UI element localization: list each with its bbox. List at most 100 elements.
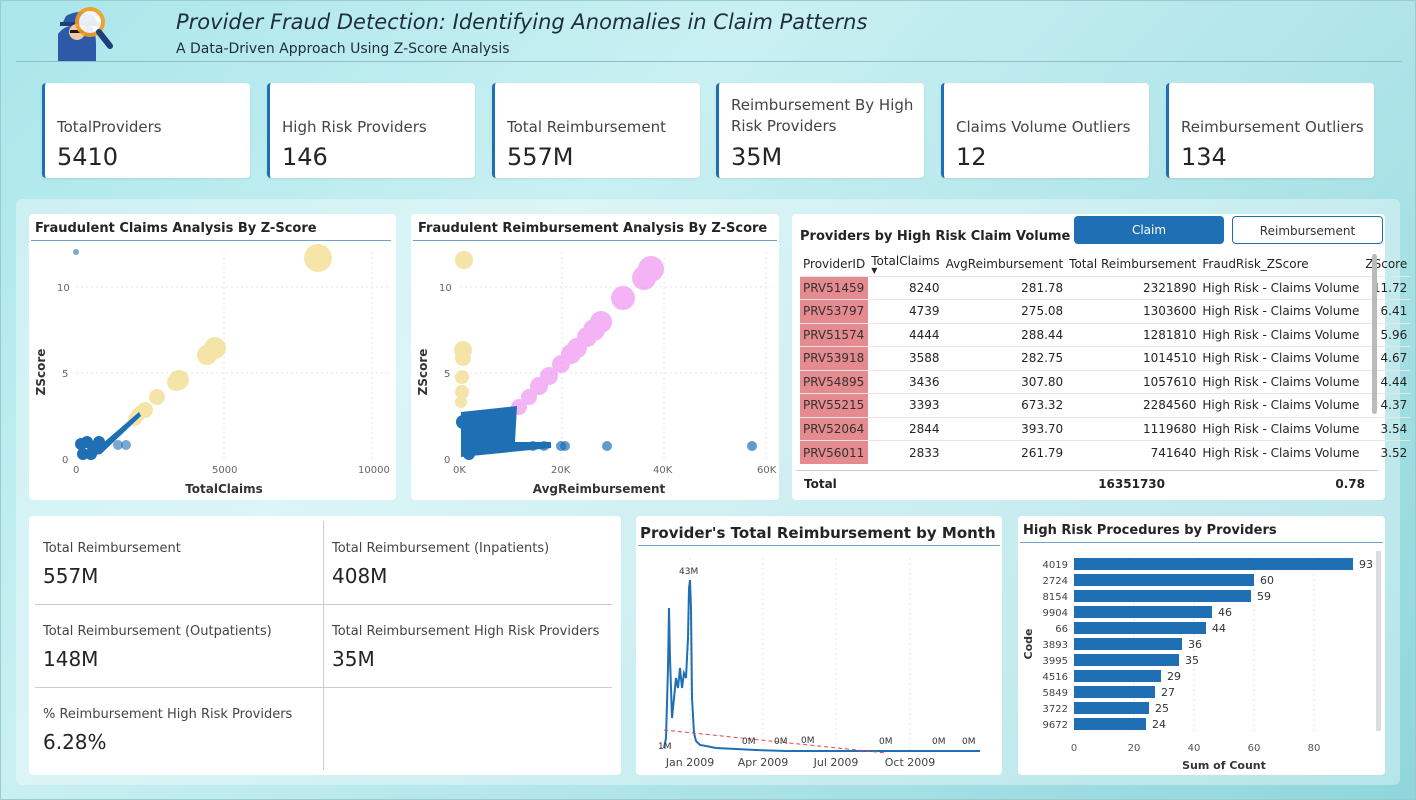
bar[interactable] (1074, 638, 1182, 650)
col-header-providerid[interactable]: ProviderID (800, 253, 868, 276)
summary-divider-h (35, 604, 612, 605)
page-subtitle: A Data-Driven Approach Using Z-Score Ana… (176, 41, 510, 57)
y-tick: 0 (444, 455, 450, 466)
table-row[interactable]: PRV51574 4444 288.44 1281810 High Risk - Cla… (800, 322, 1411, 347)
summary-label: % Reimbursement High Risk Providers (43, 707, 293, 722)
y-tick: 10 (57, 283, 70, 294)
bar[interactable] (1074, 590, 1251, 602)
bar[interactable] (1074, 686, 1155, 698)
data-label: 29 (1167, 670, 1181, 683)
providers-table-title: Providers by High Risk Claim Volume (800, 229, 1071, 244)
x-tick: 20 (1128, 743, 1141, 754)
data-label: 27 (1161, 686, 1175, 699)
col-header-totalclaims[interactable]: TotalClaims ▼ (868, 253, 942, 276)
data-label: 44 (1212, 622, 1226, 635)
col-header-fraudrisk-zscore[interactable]: FraudRisk_ZScore (1199, 253, 1362, 276)
procedures-bar-chart: Code Sum of Count 0 20 40 60 804019 932724 608… (1022, 554, 1373, 772)
x-tick: 40K (653, 465, 673, 476)
monthly-line-chart: 43M 1M 0M 0M 0M 0M 0M 0M Jan 2009 Apr 20… (658, 558, 980, 769)
claims-scatter-chart: 10 5 0 0 5000 10000 TotalClaims ZScore (34, 244, 390, 496)
table-row[interactable]: PRV53918 3588 282.75 1014510 High Risk - Cla… (800, 346, 1411, 370)
bar[interactable] (1074, 670, 1161, 682)
category-label: 8154 (1043, 592, 1068, 603)
y-axis-label: ZScore (416, 349, 430, 396)
table-row[interactable]: PRV52064 2844 393.70 1119680 High Risk - Cla… (800, 416, 1411, 441)
bar[interactable] (1074, 654, 1179, 666)
table-row[interactable]: PRV53797 4739 275.08 1303600 High Risk - Cla… (800, 299, 1411, 323)
total-reimbursement-value: 16351730 (1098, 477, 1165, 491)
data-label: 0M (962, 737, 976, 747)
x-tick: Jul 2009 (813, 756, 859, 769)
table-row[interactable]: PRV56011 2833 261.79 741640 High Risk - Clai… (800, 440, 1411, 464)
category-label: 2724 (1043, 576, 1068, 587)
table-row[interactable]: PRV55215 3393 673.32 2284560 High Risk - Cla… (800, 393, 1411, 417)
category-label: 3995 (1043, 656, 1068, 667)
bar[interactable] (1074, 558, 1353, 570)
x-tick: 0 (1071, 743, 1077, 754)
bar[interactable] (1074, 574, 1254, 586)
category-label: 3893 (1043, 640, 1068, 651)
kpi-total-reimbursement: Total Reimbursement 557M (492, 83, 700, 178)
x-tick: 40 (1188, 743, 1201, 754)
kpi-label: Reimbursement Outliers (1181, 118, 1364, 136)
data-label: 59 (1257, 590, 1271, 603)
table-row[interactable]: PRV51459 8240 281.78 2321890 High Risk - Cla… (800, 275, 1411, 300)
summary-value: 6.28% (43, 730, 107, 754)
category-label: 4516 (1043, 672, 1068, 683)
category-label: 9904 (1043, 608, 1068, 619)
kpi-value: 134 (1181, 143, 1227, 171)
data-label: 36 (1188, 638, 1202, 651)
summary-label: Total Reimbursement (Outpatients) (43, 624, 272, 639)
summary-value: 148M (43, 647, 99, 671)
col-header-avgreimbursement[interactable]: AvgReimbursement (943, 253, 1067, 276)
bar[interactable] (1074, 622, 1206, 634)
title-underline (638, 545, 1000, 546)
x-tick: Oct 2009 (885, 756, 936, 769)
table-row[interactable]: PRV54895 3436 307.80 1057610 High Risk - Cla… (800, 369, 1411, 394)
data-label: 35 (1185, 654, 1199, 667)
kpi-reimbursement-outliers: Reimbursement Outliers 134 (1166, 83, 1374, 178)
summary-divider-h (35, 687, 612, 688)
total-label: Total (804, 477, 837, 491)
procedures-chart-title: High Risk Procedures by Providers (1023, 523, 1277, 538)
summary-divider-v (323, 521, 324, 770)
summary-value: 35M (332, 647, 375, 671)
sort-desc-icon: ▼ (871, 266, 878, 276)
total-zscore-value: 0.78 (1335, 477, 1365, 491)
outlier-points (128, 244, 332, 426)
kpi-label: TotalProviders (57, 118, 162, 136)
bar[interactable] (1074, 606, 1212, 618)
col-header-total-reimbursement[interactable]: Total Reimbursement (1066, 253, 1199, 276)
data-label: 93 (1359, 558, 1373, 571)
claims-outlier-points (454, 251, 473, 408)
category-label: 9672 (1043, 720, 1068, 731)
reimbursement-button[interactable]: Reimbursement (1232, 216, 1383, 244)
header-divider (16, 61, 1402, 62)
total-divider (796, 470, 1378, 471)
summary-value: 557M (43, 564, 99, 588)
bar[interactable] (1074, 702, 1149, 714)
data-label: 43M (679, 567, 698, 577)
data-label: 1M (658, 742, 672, 752)
bar[interactable] (1074, 718, 1146, 730)
table-scrollbar[interactable] (1372, 254, 1377, 414)
x-tick: 0K (453, 465, 466, 476)
kpi-label: Total Reimbursement (507, 118, 667, 136)
x-axis-label: AvgReimbursement (533, 482, 666, 496)
data-label: 0M (879, 737, 893, 747)
x-tick: Apr 2009 (738, 756, 789, 769)
title-underline (1020, 542, 1383, 543)
reimb-scatter-chart: 10 5 0 0K 20K 40K 60K AvgReimbursement Z… (416, 251, 777, 496)
claim-button[interactable]: Claim (1074, 216, 1224, 244)
col-header-zscore[interactable]: ZScore (1362, 253, 1410, 276)
data-label: 60 (1260, 574, 1274, 587)
x-tick: 10000 (358, 465, 390, 476)
y-tick: 5 (62, 369, 68, 380)
kpi-value: 35M (731, 143, 783, 171)
x-tick: 60K (757, 465, 777, 476)
title-underline (413, 240, 777, 241)
detective-magnifier-icon (58, 7, 113, 62)
kpi-label: High Risk Providers (282, 118, 427, 136)
claims-scatter-title: Fraudulent Claims Analysis By Z-Score (35, 221, 317, 236)
data-label: 0M (801, 736, 815, 746)
